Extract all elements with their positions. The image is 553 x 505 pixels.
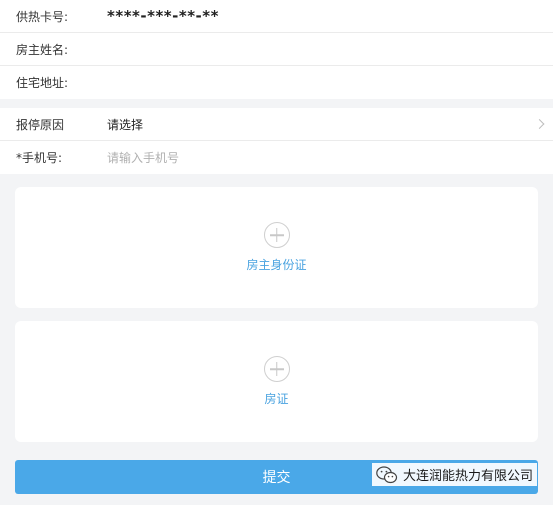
- card-number-row: 供热卡号: ****-***-**-**: [0, 0, 553, 33]
- request-section: 报停原因 请选择 *手机号: 请输入手机号: [0, 108, 553, 174]
- upload-property-cert-card[interactable]: 房证: [15, 321, 538, 442]
- submit-area: 提交 大连润能热力有限公司: [0, 455, 553, 494]
- upload-owner-id-card[interactable]: 房主身份证: [15, 187, 538, 308]
- card-number-label: 供热卡号:: [16, 9, 69, 24]
- plus-circle-icon: [263, 222, 290, 248]
- plus-circle-icon: [263, 356, 290, 382]
- phone-row: *手机号: 请输入手机号: [0, 141, 553, 174]
- watermark-text: 大连润能热力有限公司: [402, 469, 533, 484]
- card-number-value: ****-***-**-**: [107, 7, 219, 25]
- owner-name-row: 房主姓名:: [0, 33, 553, 66]
- reason-value: 请选择: [107, 117, 144, 132]
- section-gap: [0, 99, 553, 108]
- owner-name-label: 房主姓名:: [16, 42, 69, 57]
- reason-select[interactable]: 报停原因 请选择: [0, 108, 553, 141]
- upload-property-cert-label: 房证: [264, 392, 289, 406]
- upload-area: 房主身份证 房证: [0, 174, 553, 442]
- info-section: 供热卡号: ****-***-**-** 房主姓名: 住宅地址:: [0, 0, 553, 99]
- upload-owner-id-label: 房主身份证: [246, 258, 307, 272]
- phone-label: *手机号:: [16, 151, 63, 165]
- phone-input[interactable]: 请输入手机号: [107, 149, 179, 166]
- address-row: 住宅地址:: [0, 66, 553, 99]
- wechat-icon: [376, 465, 398, 484]
- address-label: 住宅地址:: [16, 76, 69, 90]
- chevron-right-icon: [534, 119, 545, 129]
- watermark: 大连润能热力有限公司: [371, 463, 537, 486]
- reason-label: 报停原因: [16, 117, 65, 132]
